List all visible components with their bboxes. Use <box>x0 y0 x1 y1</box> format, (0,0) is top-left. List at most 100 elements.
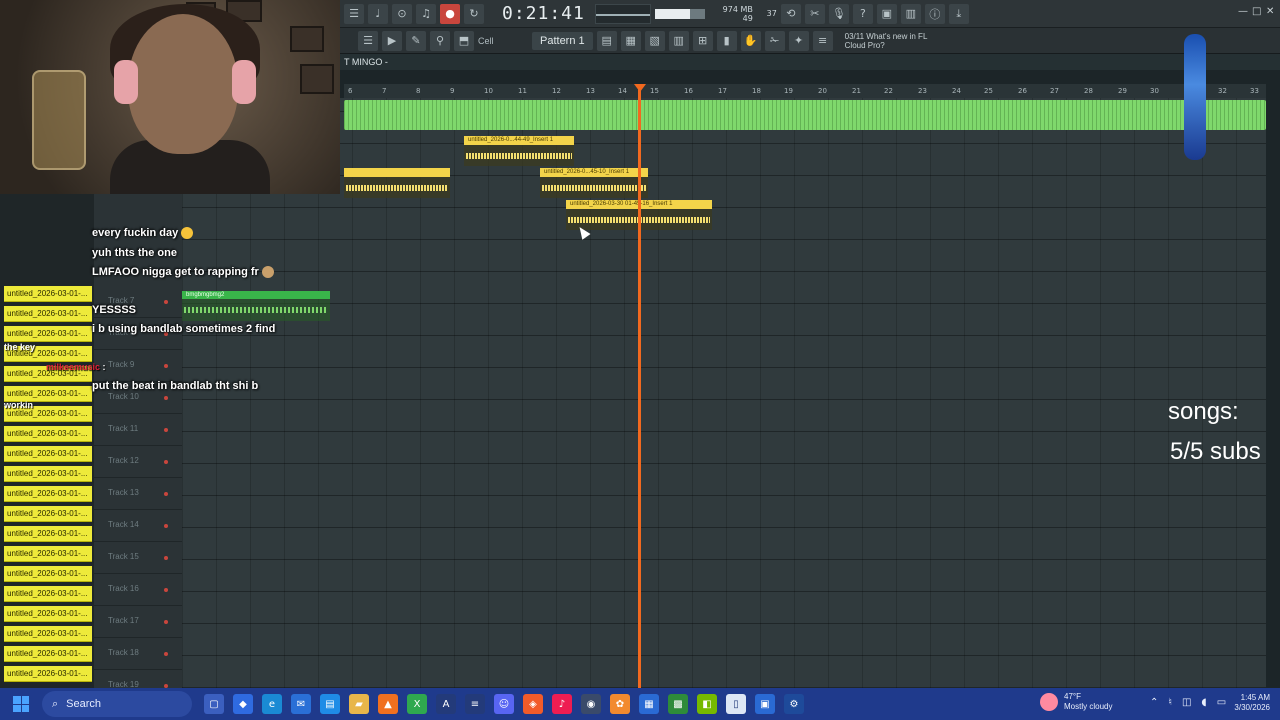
channel-rack-icon[interactable]: ▦ <box>620 30 641 51</box>
audio-clip[interactable] <box>344 168 450 198</box>
tempo-icon[interactable]: ♫ <box>416 3 436 24</box>
task-view-icon[interactable]: ▢ <box>204 694 224 714</box>
pattern-menu-icon[interactable]: ☰ <box>358 30 378 51</box>
pencil-icon[interactable]: ✎ <box>406 30 426 51</box>
browser-file[interactable]: untitled_2026-03-01-... <box>4 666 92 682</box>
mic-icon[interactable]: 🎙 <box>828 3 849 24</box>
notepad-icon[interactable]: ▯ <box>726 694 746 714</box>
track-enable-icon[interactable] <box>164 460 168 464</box>
track-enable-icon[interactable] <box>164 588 168 592</box>
link-icon[interactable]: ⚲ <box>430 30 450 51</box>
track-enable-icon[interactable] <box>164 620 168 624</box>
loop-icon[interactable]: ↻ <box>464 3 484 24</box>
help-icon[interactable]: ? <box>852 3 873 24</box>
excel-icon[interactable]: X <box>407 694 427 714</box>
menu-icon[interactable]: ☰ <box>344 3 364 24</box>
browser-file[interactable]: untitled_2026-03-01-... <box>4 546 92 562</box>
track-enable-icon[interactable] <box>164 556 168 560</box>
vlc-icon[interactable]: ▲ <box>378 694 398 714</box>
minimize-icon[interactable]: — <box>1238 6 1248 17</box>
track-header[interactable]: Track 13 <box>94 478 182 510</box>
playhead[interactable] <box>638 84 641 688</box>
save-icon[interactable]: ▣ <box>876 3 897 24</box>
browser-file[interactable]: untitled_2026-03-01-... <box>4 606 92 622</box>
mail-icon[interactable]: ✉ <box>291 694 311 714</box>
rec-mode-icon[interactable]: ⊙ <box>392 3 412 24</box>
mixer-view-icon[interactable]: ▥ <box>668 30 689 51</box>
track-header[interactable]: Track 11 <box>94 414 182 446</box>
brave-icon[interactable]: ◈ <box>523 694 543 714</box>
audio-clip[interactable]: untitled_2026-0...44-49_Insert 1 <box>464 136 574 166</box>
track-enable-icon[interactable] <box>164 492 168 496</box>
touch-icon[interactable]: ✋ <box>740 30 761 51</box>
mic-tray-icon[interactable]: ♮ <box>1168 697 1172 708</box>
tools-icon[interactable]: ✦ <box>788 30 809 51</box>
track-header[interactable]: Track 16 <box>94 574 182 606</box>
maximize-icon[interactable]: □ <box>1252 6 1261 17</box>
fl-studio-icon[interactable]: ✿ <box>610 694 630 714</box>
network-icon[interactable]: ◫ <box>1182 697 1191 708</box>
cut-icon[interactable]: ✂ <box>804 3 825 24</box>
app-icon[interactable]: ≡ <box>465 694 485 714</box>
track-enable-icon[interactable] <box>164 524 168 528</box>
undo-icon[interactable]: ⟲ <box>780 3 801 24</box>
tiktok-icon[interactable]: ♪ <box>552 694 572 714</box>
nvidia-icon[interactable]: ◧ <box>697 694 717 714</box>
slice-icon[interactable]: ✁ <box>764 30 785 51</box>
steam-icon[interactable]: ⚙ <box>784 694 804 714</box>
app-icon[interactable]: A <box>436 694 456 714</box>
browser-file[interactable]: untitled_2026-03-01-... <box>4 466 92 482</box>
store-icon[interactable]: ▤ <box>320 694 340 714</box>
file-explorer-icon[interactable]: ▰ <box>349 694 369 714</box>
plugin-icon[interactable]: ▮ <box>716 30 737 51</box>
browser-file[interactable]: untitled_2026-03-01-... <box>4 486 92 502</box>
browser-file[interactable]: untitled_2026-03-01-... <box>4 646 92 662</box>
track-header[interactable]: Track 17 <box>94 606 182 638</box>
track-header[interactable]: Track 12 <box>94 446 182 478</box>
playlist-icon[interactable]: ▤ <box>596 30 617 51</box>
stamp-icon[interactable]: ⬒ <box>454 30 474 51</box>
piano-roll-icon[interactable]: ▧ <box>644 30 665 51</box>
news-icon[interactable]: ≡ <box>812 30 833 51</box>
taskbar-clock[interactable]: 1:45 AM 3/30/2026 <box>1226 693 1270 713</box>
track-header[interactable]: Track 15 <box>94 542 182 574</box>
browser-file[interactable]: untitled_2026-03-01-... <box>4 426 92 442</box>
copilot-icon[interactable]: ◆ <box>233 694 253 714</box>
battery-icon[interactable]: ▭ <box>1217 697 1226 708</box>
browser-file[interactable]: untitled_2026-03-01-... <box>4 446 92 462</box>
start-button[interactable] <box>0 688 42 720</box>
browser-file[interactable]: untitled_2026-03-01-... <box>4 506 92 522</box>
play-icon[interactable]: ▶ <box>382 30 402 51</box>
browser-icon[interactable]: ⊞ <box>692 30 713 51</box>
browser-file[interactable]: untitled_2026-03-01-... <box>4 526 92 542</box>
info-icon[interactable]: ⓘ <box>924 3 945 24</box>
track-header[interactable]: Track 18 <box>94 638 182 670</box>
weather-widget[interactable]: 47°F Mostly cloudy <box>1040 692 1112 712</box>
snap-select[interactable]: Cell <box>478 36 528 46</box>
mixer-icon[interactable]: ▥ <box>900 3 921 24</box>
volume-icon[interactable]: ◖ <box>1201 697 1206 708</box>
close-icon[interactable]: ✕ <box>1266 6 1274 17</box>
record-button[interactable]: ● <box>440 3 460 24</box>
discord-icon[interactable]: ☺ <box>494 694 514 714</box>
app-icon[interactable]: ▦ <box>639 694 659 714</box>
browser-file[interactable]: untitled_2026-03-01-... <box>4 566 92 582</box>
track-enable-icon[interactable] <box>164 428 168 432</box>
metronome-icon[interactable]: ♩ <box>368 3 388 24</box>
chevron-up-icon[interactable]: ⌃ <box>1150 697 1158 708</box>
browser-file[interactable]: untitled_2026-03-01-... <box>4 586 92 602</box>
audio-clip-master[interactable] <box>344 100 1266 130</box>
pattern-select[interactable]: Pattern 1 <box>532 31 593 50</box>
audio-clip[interactable]: untitled_2026-0...45-10_Insert 1 <box>540 168 648 198</box>
taskbar-search[interactable]: ⌕ Search <box>42 691 192 717</box>
track-header[interactable]: Track 14 <box>94 510 182 542</box>
app-icon[interactable]: ▣ <box>755 694 775 714</box>
download-icon[interactable]: ⤓ <box>948 3 969 24</box>
playhead-marker-icon[interactable] <box>634 84 646 92</box>
track-enable-icon[interactable] <box>164 652 168 656</box>
browser-file[interactable]: untitled_2026-03-01-... <box>4 626 92 642</box>
news-panel[interactable]: 03/11 What's new in FL Cloud Pro? <box>845 32 928 50</box>
obs-icon[interactable]: ◉ <box>581 694 601 714</box>
timeline-ruler[interactable]: 6 7 8 9 10 11 12 13 14 15 16 17 18 19 20… <box>344 84 1266 98</box>
edge-icon[interactable]: e <box>262 694 282 714</box>
